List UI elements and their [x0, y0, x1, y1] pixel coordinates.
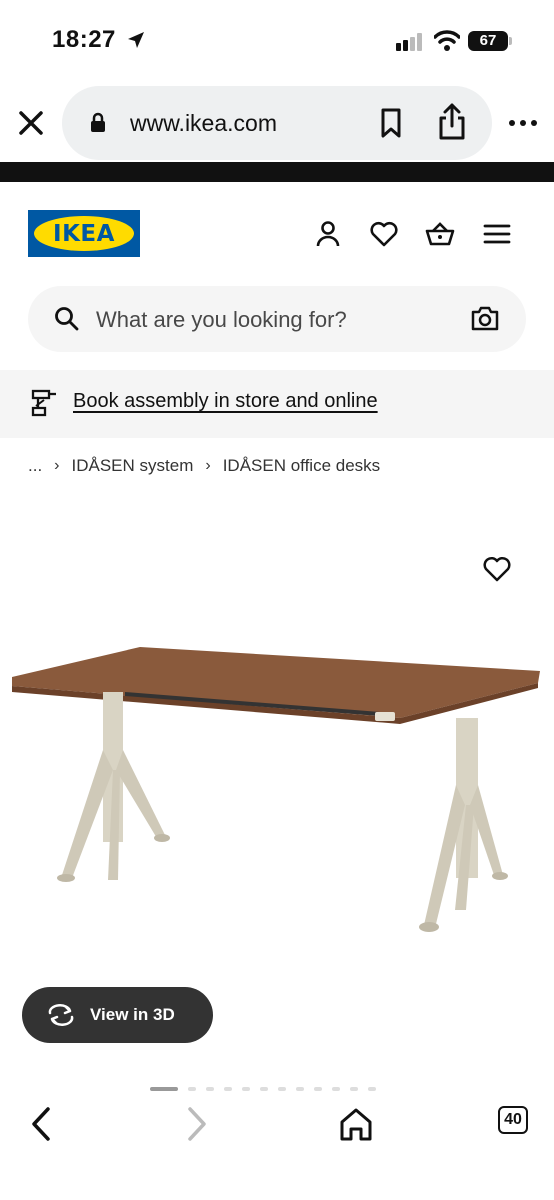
carousel-dot[interactable] — [260, 1087, 268, 1091]
carousel-dot[interactable] — [206, 1087, 214, 1091]
status-bar: 18:27 67 — [0, 0, 554, 80]
assembly-banner: Book assembly in store and online — [0, 370, 554, 438]
menu-icon[interactable] — [481, 218, 513, 250]
more-options-icon[interactable] — [506, 108, 540, 138]
search-input[interactable]: What are you looking for? — [96, 307, 347, 333]
carousel-dot[interactable] — [296, 1087, 304, 1091]
search-icon — [55, 307, 79, 331]
lock-icon — [91, 112, 105, 132]
profile-icon[interactable] — [312, 218, 344, 250]
home-icon[interactable] — [336, 1104, 376, 1144]
heart-icon[interactable] — [482, 555, 512, 583]
bookmark-icon[interactable] — [374, 106, 408, 140]
carousel-dot[interactable] — [350, 1087, 358, 1091]
address-bar[interactable]: www.ikea.com — [62, 86, 492, 160]
close-icon[interactable] — [14, 106, 48, 140]
product-image-desk[interactable] — [0, 620, 554, 960]
breadcrumb-ellipsis[interactable]: ... — [28, 456, 42, 476]
carousel-dot[interactable] — [332, 1087, 340, 1091]
share-icon[interactable] — [434, 102, 470, 142]
browser-toolbar: 40 — [0, 1092, 554, 1200]
view-in-3d-button[interactable]: View in 3D — [22, 987, 213, 1043]
search-bar[interactable]: What are you looking for? — [28, 286, 526, 352]
rotate-3d-icon — [48, 1004, 74, 1026]
shopping-basket-icon[interactable] — [424, 218, 456, 250]
carousel-dot[interactable] — [314, 1087, 322, 1091]
image-carousel-dots — [150, 1087, 376, 1091]
logo-text: IKEA — [53, 221, 115, 247]
carousel-dot[interactable] — [188, 1087, 196, 1091]
assembly-tool-icon — [31, 389, 56, 417]
breadcrumb: ... › IDÅSEN system › IDÅSEN office desk… — [28, 456, 380, 476]
book-assembly-link[interactable]: Book assembly in store and online — [73, 390, 378, 413]
forward-arrow-icon[interactable] — [176, 1104, 216, 1144]
ikea-logo[interactable]: IKEA — [28, 210, 140, 257]
battery-indicator: 67 — [468, 31, 512, 51]
carousel-dot[interactable] — [150, 1087, 178, 1091]
carousel-dot[interactable] — [242, 1087, 250, 1091]
camera-icon[interactable] — [470, 304, 500, 332]
status-time: 18:27 — [52, 26, 116, 53]
carousel-dot[interactable] — [368, 1087, 376, 1091]
chevron-right-icon: › — [205, 457, 211, 474]
carousel-dot[interactable] — [278, 1087, 286, 1091]
url-text: www.ikea.com — [130, 110, 277, 136]
chevron-right-icon: › — [54, 457, 60, 474]
location-arrow-icon — [128, 32, 144, 48]
cellular-signal-icon — [396, 33, 422, 51]
breadcrumb-item[interactable]: IDÅSEN system — [72, 456, 194, 476]
back-arrow-icon[interactable] — [22, 1104, 62, 1144]
view-in-3d-label: View in 3D — [90, 1005, 175, 1024]
tabs-button[interactable]: 40 — [498, 1106, 528, 1134]
breadcrumb-item[interactable]: IDÅSEN office desks — [223, 456, 380, 476]
carousel-dot[interactable] — [224, 1087, 232, 1091]
page-top-strip — [0, 162, 554, 182]
heart-icon[interactable] — [368, 218, 400, 250]
wifi-icon — [434, 30, 460, 51]
